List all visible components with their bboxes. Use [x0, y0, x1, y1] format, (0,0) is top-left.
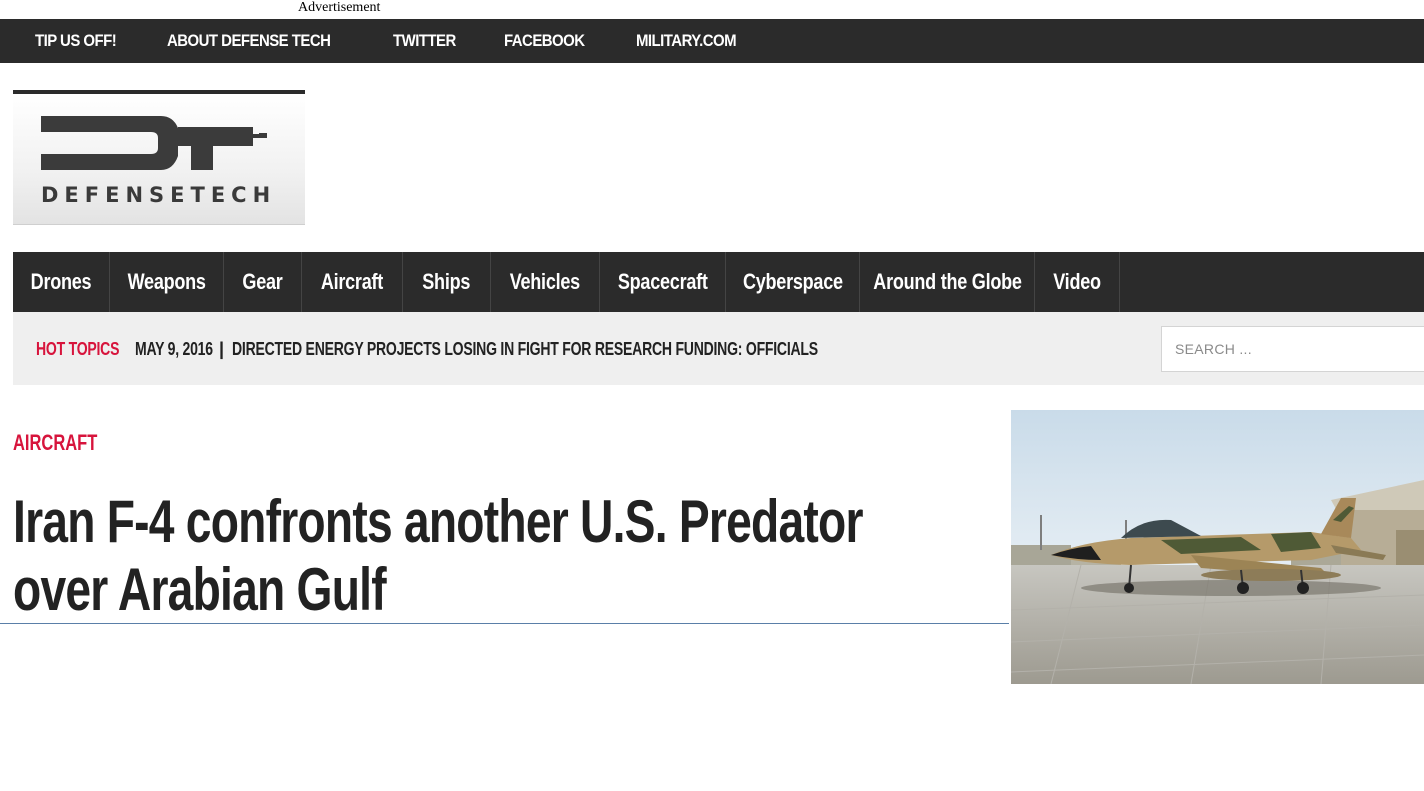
advertisement-label: Advertisement: [298, 0, 381, 15]
nav-around-the-globe-label: Around the Globe: [872, 269, 1022, 294]
nav-cyberspace[interactable]: Cyberspace: [726, 252, 860, 312]
hot-topics-separator: |: [219, 339, 225, 359]
top-nav-military[interactable]: MILITARY.COM: [636, 31, 737, 51]
nav-vehicles-label: Vehicles: [509, 269, 581, 294]
main-category-nav: Drones Weapons Gear Aircraft Ships Vehic…: [13, 252, 1424, 312]
nav-spacecraft-label: Spacecraft: [617, 269, 708, 294]
nav-gear-label: Gear: [242, 269, 283, 294]
nav-drones-label: Drones: [30, 269, 92, 294]
nav-spacecraft[interactable]: Spacecraft: [600, 252, 726, 312]
search-input[interactable]: [1161, 326, 1424, 372]
hot-topics-date: MAY 9, 2016: [135, 339, 213, 359]
nav-aircraft[interactable]: Aircraft: [302, 252, 403, 312]
site-logo[interactable]: DEFENSETECH: [13, 90, 305, 225]
article-title: Iran F-4 confronts another U.S. Predator…: [13, 488, 863, 623]
logo-wordmark: DEFENSETECH: [41, 183, 277, 207]
top-nav-twitter[interactable]: TWITTER: [393, 31, 456, 51]
nav-gear[interactable]: Gear: [224, 252, 302, 312]
nav-around-the-globe[interactable]: Around the Globe: [860, 252, 1035, 312]
top-nav-about[interactable]: ABOUT DEFENSE TECH: [167, 31, 331, 51]
nav-ships-label: Ships: [422, 269, 471, 294]
hot-topics-headline-link[interactable]: DIRECTED ENERGY PROJECTS LOSING IN FIGHT…: [232, 339, 818, 360]
title-divider: [0, 623, 1009, 624]
nav-aircraft-label: Aircraft: [320, 269, 384, 294]
hot-topics-label: HOT TOPICS: [36, 339, 120, 359]
article-photo: [1011, 410, 1424, 684]
top-nav-facebook[interactable]: FACEBOOK: [504, 31, 585, 51]
nav-weapons-label: Weapons: [127, 269, 206, 294]
nav-cyberspace-label: Cyberspace: [742, 269, 843, 294]
nav-ships[interactable]: Ships: [403, 252, 491, 312]
f4-phantom-photo: [1011, 410, 1424, 684]
top-utility-nav: TIP US OFF! ABOUT DEFENSE TECH TWITTER F…: [0, 19, 1424, 63]
nav-video-label: Video: [1053, 269, 1101, 294]
top-nav-tip-us-off[interactable]: TIP US OFF!: [35, 31, 117, 51]
article-category-link[interactable]: AIRCRAFT: [13, 430, 97, 456]
nav-video[interactable]: Video: [1035, 252, 1120, 312]
nav-drones[interactable]: Drones: [13, 252, 110, 312]
hot-topics-bar: HOT TOPICS MAY 9, 2016 | DIRECTED ENERGY…: [13, 312, 1424, 385]
nav-vehicles[interactable]: Vehicles: [491, 252, 600, 312]
nav-weapons[interactable]: Weapons: [110, 252, 224, 312]
